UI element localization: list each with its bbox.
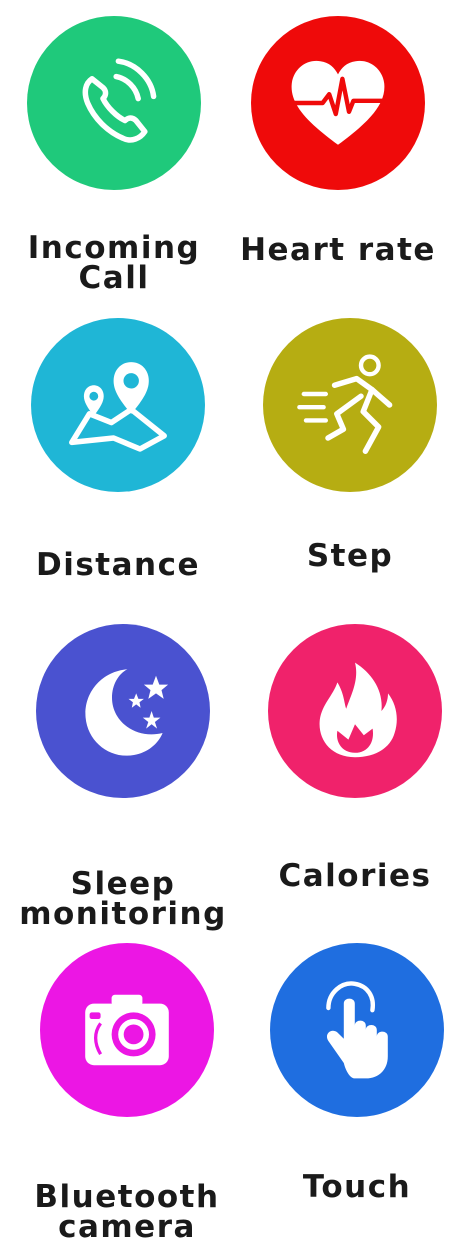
camera-icon <box>85 994 169 1066</box>
heart-rate-circle <box>251 16 425 190</box>
runner-icon <box>297 354 393 454</box>
heart-rate-label: Heart rate <box>240 232 436 268</box>
calories-label: Calories <box>278 858 432 894</box>
bluetooth-camera-label: Bluetooth camera <box>34 1179 220 1245</box>
incoming-call-label: Incoming Call <box>27 230 201 296</box>
step-label: Step <box>306 538 394 574</box>
moon-stars-icon <box>85 669 169 756</box>
touch-label: Touch <box>302 1169 412 1205</box>
bluetooth-camera-circle <box>40 943 214 1117</box>
flame-icon <box>319 662 397 758</box>
distance-label: Distance <box>35 547 201 583</box>
touch-circle <box>270 943 444 1117</box>
heart-pulse-icon <box>287 60 389 145</box>
distance-circle <box>31 318 205 492</box>
incoming-call-circle <box>27 16 201 190</box>
calories-circle <box>268 624 442 798</box>
step-circle <box>263 318 437 492</box>
map-pin-icon <box>69 362 167 452</box>
phone-icon <box>82 58 157 143</box>
touch-hand-icon <box>326 981 388 1079</box>
sleep-monitoring-label: Sleep monitoring <box>19 866 227 932</box>
sleep-monitoring-circle <box>36 624 210 798</box>
